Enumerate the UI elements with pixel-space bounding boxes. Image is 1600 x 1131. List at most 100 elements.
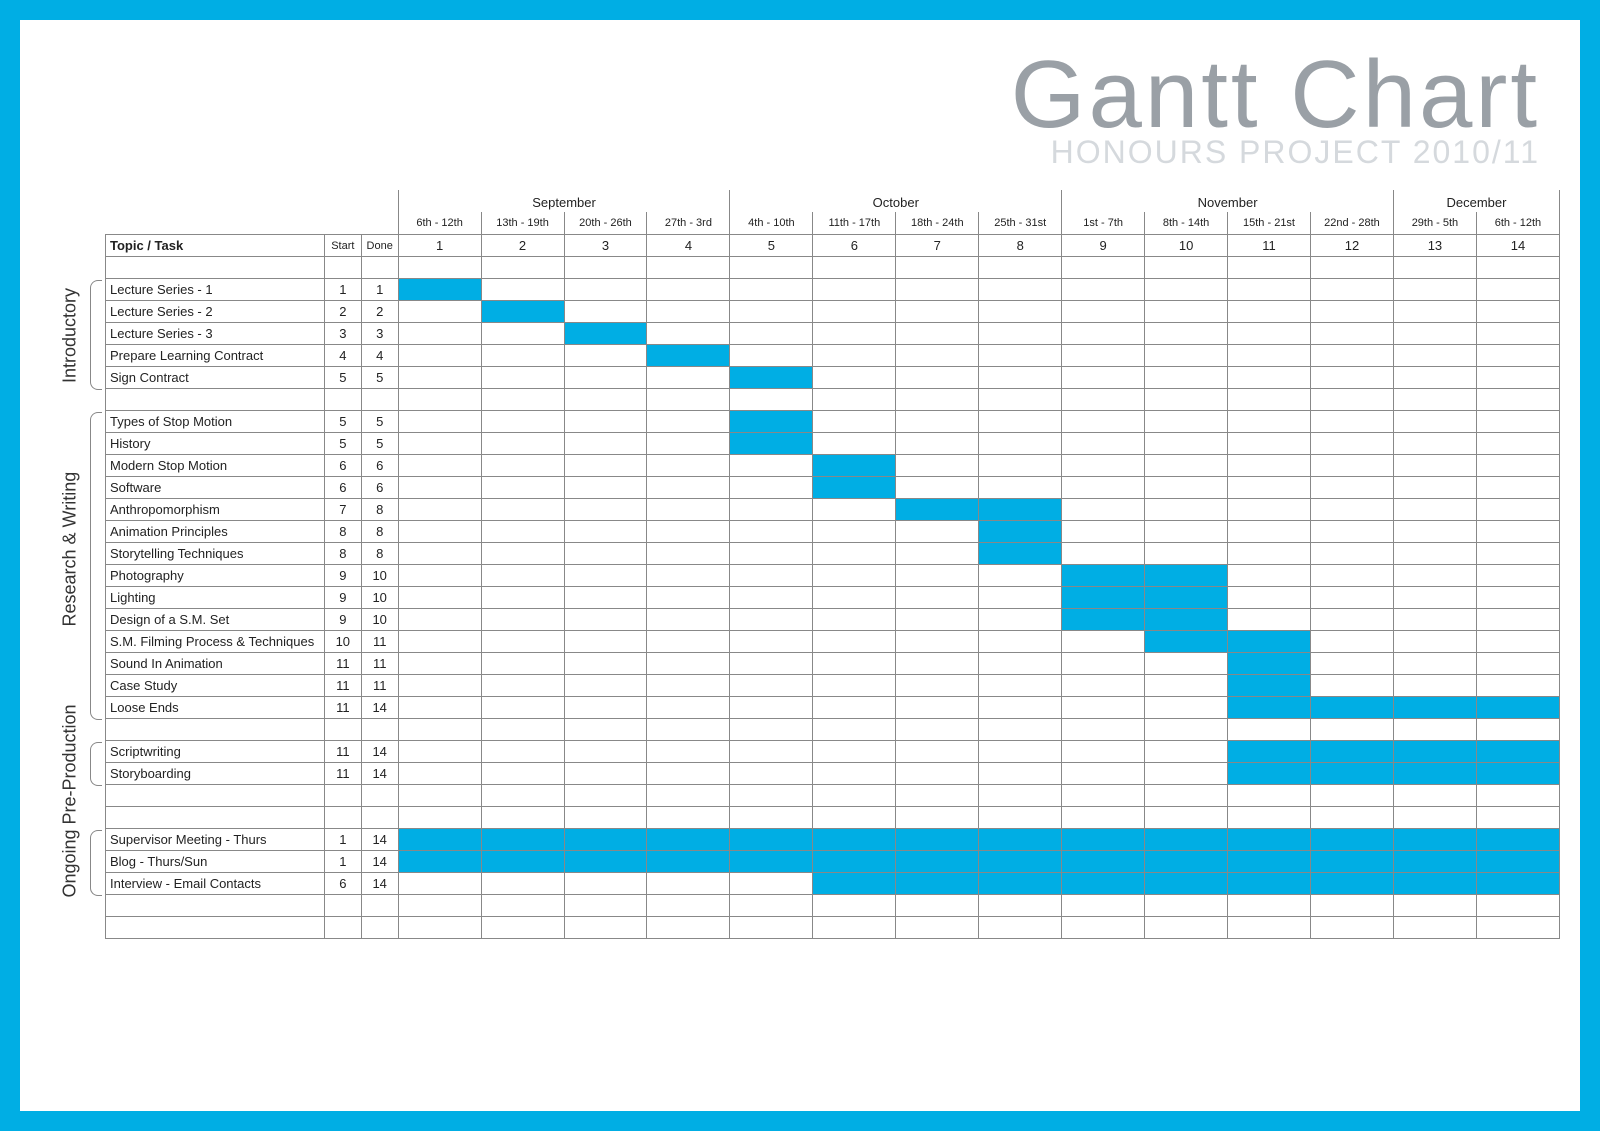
gantt-cell xyxy=(481,322,564,344)
table-row: Lecture Series - 2 2 2 xyxy=(106,300,1560,322)
gantt-cell xyxy=(1393,322,1476,344)
gantt-cell xyxy=(481,762,564,784)
gantt-cell xyxy=(564,630,647,652)
gantt-cell xyxy=(1393,366,1476,388)
gantt-cell xyxy=(647,762,730,784)
gantt-cell xyxy=(813,586,896,608)
gantt-cell xyxy=(1145,432,1228,454)
gantt-cell xyxy=(813,410,896,432)
gantt-cell xyxy=(813,872,896,894)
gantt-cell xyxy=(896,850,979,872)
task-name: Photography xyxy=(106,564,325,586)
gantt-cell xyxy=(564,762,647,784)
gantt-cell xyxy=(1310,652,1393,674)
gantt-cell xyxy=(647,454,730,476)
table-row: Sign Contract 5 5 xyxy=(106,366,1560,388)
gantt-cell xyxy=(979,300,1062,322)
gantt-grid: SeptemberOctoberNovemberDecember6th - 12… xyxy=(105,190,1560,939)
gantt-cell xyxy=(1228,344,1311,366)
gantt-cell xyxy=(896,454,979,476)
gantt-cell xyxy=(1310,432,1393,454)
gantt-cell xyxy=(564,740,647,762)
gantt-cell xyxy=(730,762,813,784)
gantt-cell xyxy=(481,476,564,498)
gantt-cell xyxy=(979,762,1062,784)
task-done: 8 xyxy=(361,542,398,564)
gantt-cell xyxy=(647,674,730,696)
title-block: Gantt Chart HONOURS PROJECT 2010/11 xyxy=(1011,40,1540,171)
gantt-cell xyxy=(730,630,813,652)
table-row: Animation Principles 8 8 xyxy=(106,520,1560,542)
gantt-cell xyxy=(647,498,730,520)
gantt-cell xyxy=(647,872,730,894)
gantt-cell xyxy=(1145,410,1228,432)
gantt-cell xyxy=(813,564,896,586)
gantt-cell xyxy=(647,652,730,674)
gantt-cell xyxy=(730,542,813,564)
gantt-cell xyxy=(647,520,730,542)
gantt-cell xyxy=(1145,542,1228,564)
task-name: S.M. Filming Process & Techniques xyxy=(106,630,325,652)
task-name: Interview - Email Contacts xyxy=(106,872,325,894)
gantt-cell xyxy=(730,300,813,322)
gantt-cell xyxy=(730,498,813,520)
task-name: Software xyxy=(106,476,325,498)
section-label: Research & Writing xyxy=(60,507,81,627)
table-row: History 5 5 xyxy=(106,432,1560,454)
task-start: 11 xyxy=(324,762,361,784)
gantt-cell xyxy=(398,872,481,894)
gantt-cell xyxy=(896,366,979,388)
gantt-cell xyxy=(896,586,979,608)
gantt-cell xyxy=(481,454,564,476)
task-done: 3 xyxy=(361,322,398,344)
gantt-cell xyxy=(1062,586,1145,608)
gantt-cell xyxy=(481,498,564,520)
gantt-cell xyxy=(979,740,1062,762)
gantt-cell xyxy=(564,300,647,322)
gantt-cell xyxy=(398,278,481,300)
gantt-cell xyxy=(1310,410,1393,432)
gantt-cell xyxy=(481,564,564,586)
gantt-cell xyxy=(1062,476,1145,498)
gantt-cell xyxy=(979,454,1062,476)
gantt-cell xyxy=(481,410,564,432)
gantt-cell xyxy=(1062,454,1145,476)
gantt-cell xyxy=(979,652,1062,674)
gantt-cell xyxy=(1476,740,1559,762)
task-name: Lecture Series - 3 xyxy=(106,322,325,344)
gantt-cell xyxy=(1393,762,1476,784)
section-bracket xyxy=(90,280,102,390)
gantt-cell xyxy=(1393,608,1476,630)
section-label: Introductory xyxy=(60,276,81,396)
gantt-cell xyxy=(730,652,813,674)
gantt-cell xyxy=(1393,344,1476,366)
gantt-cell xyxy=(730,828,813,850)
gantt-cell xyxy=(1228,850,1311,872)
gantt-cell xyxy=(1476,322,1559,344)
gantt-cell xyxy=(1145,630,1228,652)
gantt-cell xyxy=(647,366,730,388)
gantt-cell xyxy=(481,366,564,388)
task-name: Sign Contract xyxy=(106,366,325,388)
gantt-cell xyxy=(1228,652,1311,674)
week-date-range: 20th - 26th xyxy=(564,212,647,234)
task-done: 6 xyxy=(361,454,398,476)
gantt-cell xyxy=(1476,520,1559,542)
section-label: Ongoing xyxy=(60,804,81,924)
gantt-cell xyxy=(1145,278,1228,300)
gantt-cell xyxy=(564,278,647,300)
task-done: 4 xyxy=(361,344,398,366)
gantt-cell xyxy=(481,828,564,850)
gantt-cell xyxy=(398,476,481,498)
table-row: Storyboarding 11 14 xyxy=(106,762,1560,784)
table-row: Storytelling Techniques 8 8 xyxy=(106,542,1560,564)
task-name: Anthropomorphism xyxy=(106,498,325,520)
gantt-cell xyxy=(979,586,1062,608)
gantt-cell xyxy=(1062,278,1145,300)
gantt-cell xyxy=(1476,608,1559,630)
task-name: Blog - Thurs/Sun xyxy=(106,850,325,872)
gantt-cell xyxy=(564,476,647,498)
gantt-cell xyxy=(979,410,1062,432)
gantt-cell xyxy=(1476,366,1559,388)
gantt-cell xyxy=(1062,366,1145,388)
